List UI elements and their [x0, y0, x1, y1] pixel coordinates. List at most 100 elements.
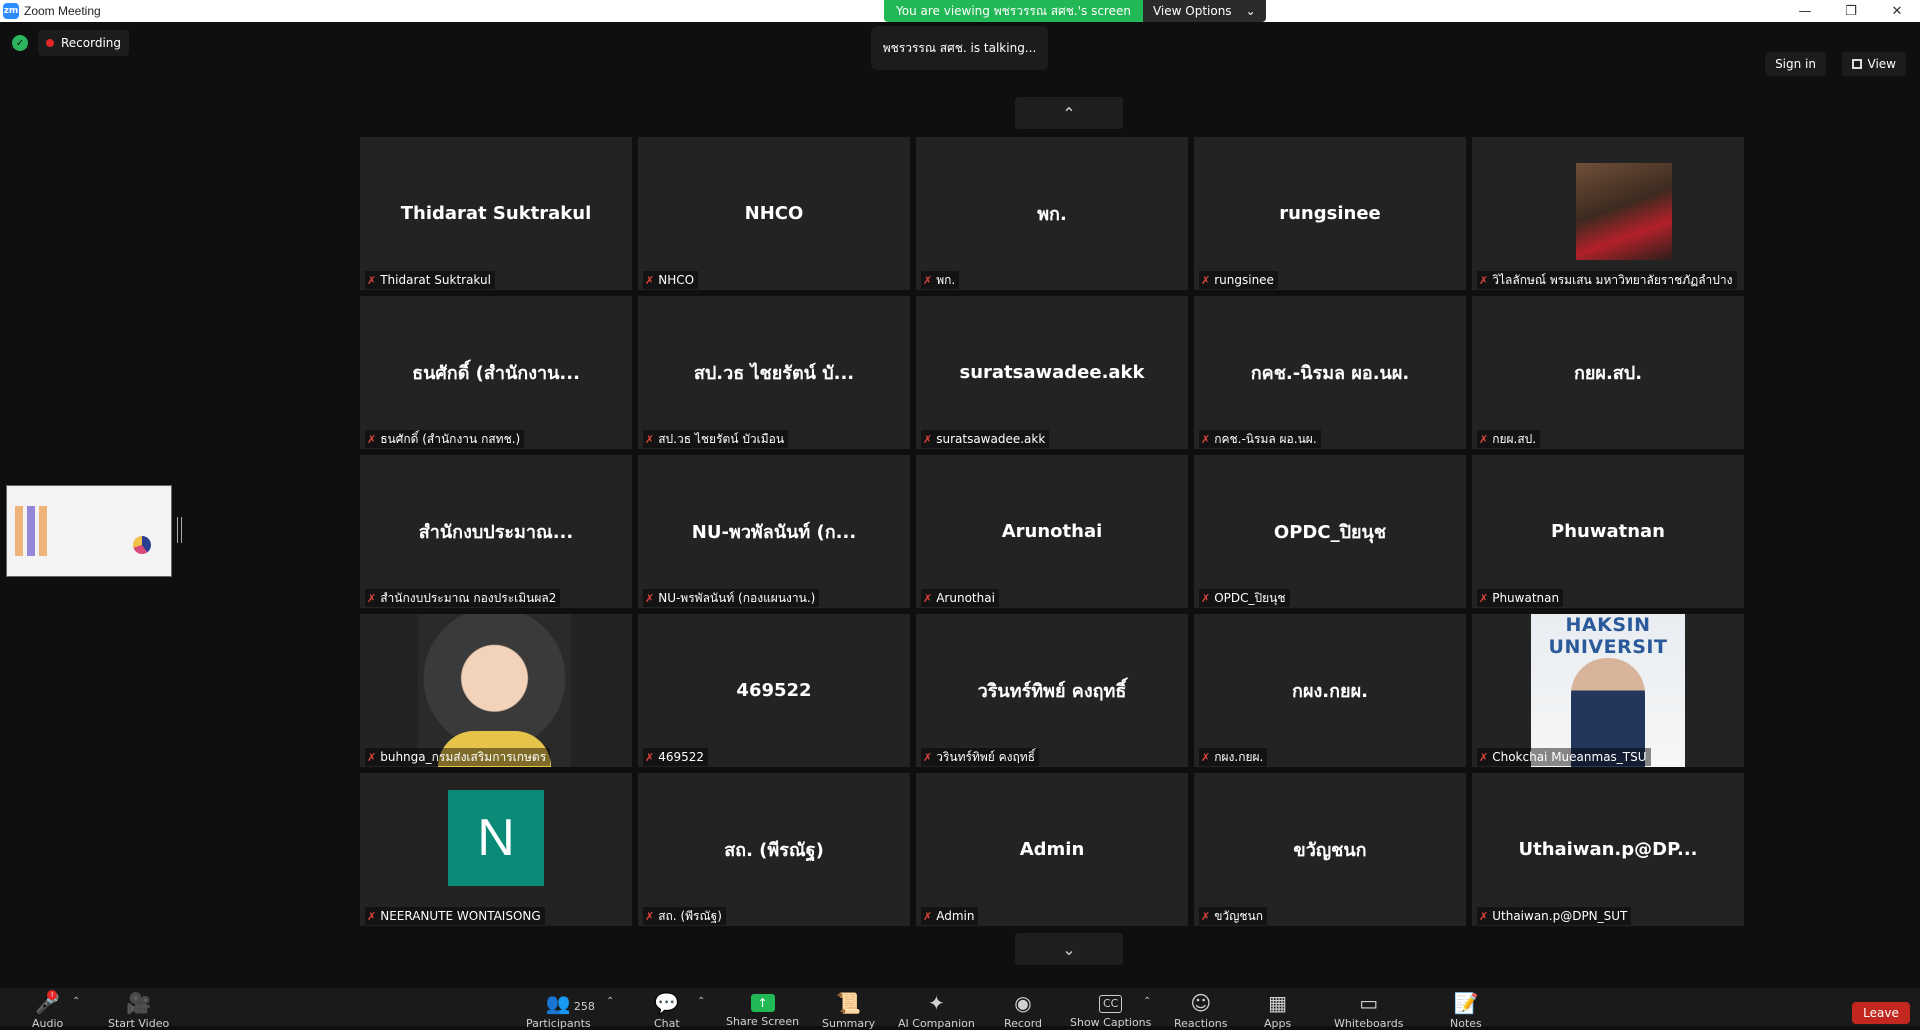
participant-name: วรินทร์ทิพย์ คงฤทธิ์	[936, 749, 1036, 764]
participant-tile[interactable]: สป.วธ ไชยรัตน์ บั... ✗ สป.วธ ไชยรัตน์ บัวเ…	[638, 296, 910, 449]
participant-name-label: ✗ rungsinee	[1199, 271, 1278, 289]
participant-name-label: ✗ NU-พรพัลนันท์ (กองแผนงาน.)	[643, 589, 820, 607]
mic-muted-icon: ✗	[1201, 909, 1211, 923]
participant-name-label: ✗ 469522	[643, 748, 709, 766]
restore-icon[interactable]: ❐	[1828, 0, 1874, 22]
participant-name: Uthaiwan.p@DPN_SUT	[1492, 909, 1628, 923]
participant-tile[interactable]: Uthaiwan.p@DP... ✗ Uthaiwan.p@DPN_SUT	[1472, 773, 1744, 926]
mic-muted-icon: ✗	[645, 750, 655, 764]
captions-caret-icon[interactable]: ⌃	[1143, 996, 1151, 1007]
ai-companion-button[interactable]: ✦ AI Companion	[898, 992, 975, 1030]
audio-label: Audio	[32, 1017, 64, 1030]
notes-icon: 📝	[1453, 991, 1479, 1015]
participant-tile[interactable]: Admin ✗ Admin	[916, 773, 1188, 926]
apps-button[interactable]: ▦ Apps	[1264, 992, 1291, 1030]
leave-button[interactable]: Leave	[1852, 1002, 1910, 1024]
participant-name: Thidarat Suktrakul	[380, 273, 491, 287]
thumbnail-resize-handle[interactable]	[177, 517, 182, 543]
participant-display-name: Phuwatnan	[1551, 521, 1665, 542]
show-captions-button[interactable]: CC Show Captions	[1070, 992, 1151, 1029]
mic-muted-icon: ✗	[1201, 591, 1211, 605]
mic-muted-icon: ✗	[367, 591, 377, 605]
participant-tile[interactable]: Arunothai ✗ Arunothai	[916, 455, 1188, 608]
video-off-icon: 🎥	[126, 991, 152, 1015]
shared-screen-thumbnail[interactable]	[6, 485, 172, 577]
participant-tile[interactable]: ขวัญชนก ✗ ขวัญชนก	[1194, 773, 1466, 926]
participant-tile[interactable]: NU-พวพัลนันท์ (ก... ✗ NU-พรพัลนันท์ (กองแผ…	[638, 455, 910, 608]
participant-tile[interactable]: กผง.กยผ. ✗ กผง.กยผ.	[1194, 614, 1466, 767]
participant-tile[interactable]: สถ. (พีรณัฐ) ✗ สถ. (พีรณัฐ)	[638, 773, 910, 926]
participant-video	[418, 614, 571, 767]
participant-tile[interactable]: Thidarat Suktrakul ✗ Thidarat Suktrakul	[360, 137, 632, 290]
participant-tile[interactable]: N ✗ NEERANUTE WONTAISONG	[360, 773, 632, 926]
participant-tile[interactable]: NHCO ✗ NHCO	[638, 137, 910, 290]
whiteboards-button[interactable]: ▭ Whiteboards	[1334, 992, 1403, 1030]
mic-muted-icon: ✗	[645, 591, 655, 605]
participant-name-label: ✗ buhnga_กรมส่งเสริมการเกษตร	[365, 748, 551, 766]
participant-display-name: OPDC_ปิยนุช	[1273, 522, 1387, 543]
mic-muted-icon: ✗	[645, 273, 655, 287]
start-video-button[interactable]: 🎥 Start Video	[108, 992, 169, 1030]
summary-label: Summary	[822, 1017, 876, 1030]
participant-tile[interactable]: วรินทร์ทิพย์ คงฤทธิ์ ✗ วรินทร์ทิพย์ คงฤทธิ…	[916, 614, 1188, 767]
record-dot-icon	[46, 39, 54, 47]
view-options-button[interactable]: View Options ⌄	[1142, 0, 1266, 22]
summary-button[interactable]: 📜 Summary	[822, 992, 875, 1030]
participant-tile[interactable]: กคช.-นิรมล ผอ.นผ. ✗ กคช.-นิรมล ผอ.นผ.	[1194, 296, 1466, 449]
participant-tile[interactable]: ✗ วิไลลักษณ์ พรมเสน มหาวิทยาลัยราชภัฏลำปา…	[1472, 137, 1744, 290]
participant-tile[interactable]: ธนศักดิ์ (สำนักงาน... ✗ ธนศักดิ์ (สำนักงาน…	[360, 296, 632, 449]
participants-caret-icon[interactable]: ⌃	[606, 996, 614, 1007]
chat-button[interactable]: 💬 Chat	[654, 992, 680, 1030]
record-button[interactable]: ◉ Record	[1004, 992, 1042, 1030]
mic-muted-icon: ✗	[367, 750, 377, 764]
view-button[interactable]: View	[1841, 52, 1906, 76]
participant-name: สป.วธ ไชยรัตน์ บัวเมือน	[658, 431, 785, 446]
participant-tile[interactable]: 469522 ✗ 469522	[638, 614, 910, 767]
thumbnail-chart-bars	[15, 506, 55, 556]
participant-video: HAKSIN UNIVERSIT	[1531, 614, 1685, 767]
participant-name-label: ✗ กยผ.สป.	[1477, 430, 1541, 448]
participant-tile[interactable]: พก. ✗ พก.	[916, 137, 1188, 290]
participant-name: กยผ.สป.	[1492, 431, 1537, 446]
participant-tile[interactable]: Phuwatnan ✗ Phuwatnan	[1472, 455, 1744, 608]
participant-tile[interactable]: HAKSIN UNIVERSIT ✗ Chokchai Mueanmas_TSU	[1472, 614, 1744, 767]
participant-name-label: ✗ NEERANUTE WONTAISONG	[365, 907, 545, 925]
reactions-button[interactable]: ☺ Reactions	[1174, 992, 1228, 1030]
shield-check-icon[interactable]: ✓	[12, 35, 28, 51]
grid-view-icon	[1851, 59, 1862, 69]
summary-icon: 📜	[836, 991, 862, 1015]
participant-display-name: 469522	[736, 680, 812, 701]
audio-button[interactable]: 🎤! Audio	[32, 990, 64, 1030]
participant-tile[interactable]: สำนักงบประมาณ... ✗ สำนักงบประมาณ กองประเมิ…	[360, 455, 632, 608]
chat-caret-icon[interactable]: ⌃	[697, 996, 705, 1007]
show-captions-label: Show Captions	[1070, 1016, 1152, 1029]
participant-name: กผง.กยผ.	[1214, 749, 1264, 764]
participant-tile[interactable]: OPDC_ปิยนุช ✗ OPDC_ปิยนุช	[1194, 455, 1466, 608]
participants-button[interactable]: 👥 258 Participants	[526, 992, 595, 1030]
close-icon[interactable]: ✕	[1874, 0, 1920, 22]
participant-name-label: ✗ Phuwatnan	[1477, 589, 1564, 607]
apps-label: Apps	[1264, 1017, 1292, 1030]
participant-tile[interactable]: suratsawadee.akk ✗ suratsawadee.akk	[916, 296, 1188, 449]
share-screen-button[interactable]: ↑ Share Screen	[726, 992, 799, 1028]
participant-display-name: Admin	[1019, 839, 1085, 860]
participant-display-name: rungsinee	[1279, 203, 1381, 224]
sign-in-button[interactable]: Sign in	[1765, 52, 1826, 76]
participant-tile[interactable]: ✗ buhnga_กรมส่งเสริมการเกษตร	[360, 614, 632, 767]
audio-caret-icon[interactable]: ⌃	[72, 996, 80, 1007]
participant-name-label: ✗ NHCO	[643, 271, 699, 289]
notes-button[interactable]: 📝 Notes	[1450, 992, 1482, 1030]
participant-name-label: ✗ OPDC_ปิยนุช	[1199, 589, 1290, 607]
mic-muted-icon: ✗	[923, 273, 933, 287]
participant-display-name: วรินทร์ทิพย์ คงฤทธิ์	[977, 681, 1127, 702]
participant-name-label: ✗ สำนักงบประมาณ กองประเมินผล2	[365, 589, 561, 607]
apps-icon: ▦	[1268, 991, 1288, 1015]
reactions-icon: ☺	[1190, 991, 1212, 1015]
participant-tile[interactable]: กยผ.สป. ✗ กยผ.สป.	[1472, 296, 1744, 449]
participant-tile[interactable]: rungsinee ✗ rungsinee	[1194, 137, 1466, 290]
previous-page-button[interactable]: ⌃	[1015, 97, 1123, 129]
recording-indicator[interactable]: Recording	[38, 30, 130, 56]
view-label: View	[1867, 57, 1896, 71]
next-page-button[interactable]: ⌄	[1015, 933, 1123, 965]
minimize-icon[interactable]: —	[1782, 0, 1828, 22]
